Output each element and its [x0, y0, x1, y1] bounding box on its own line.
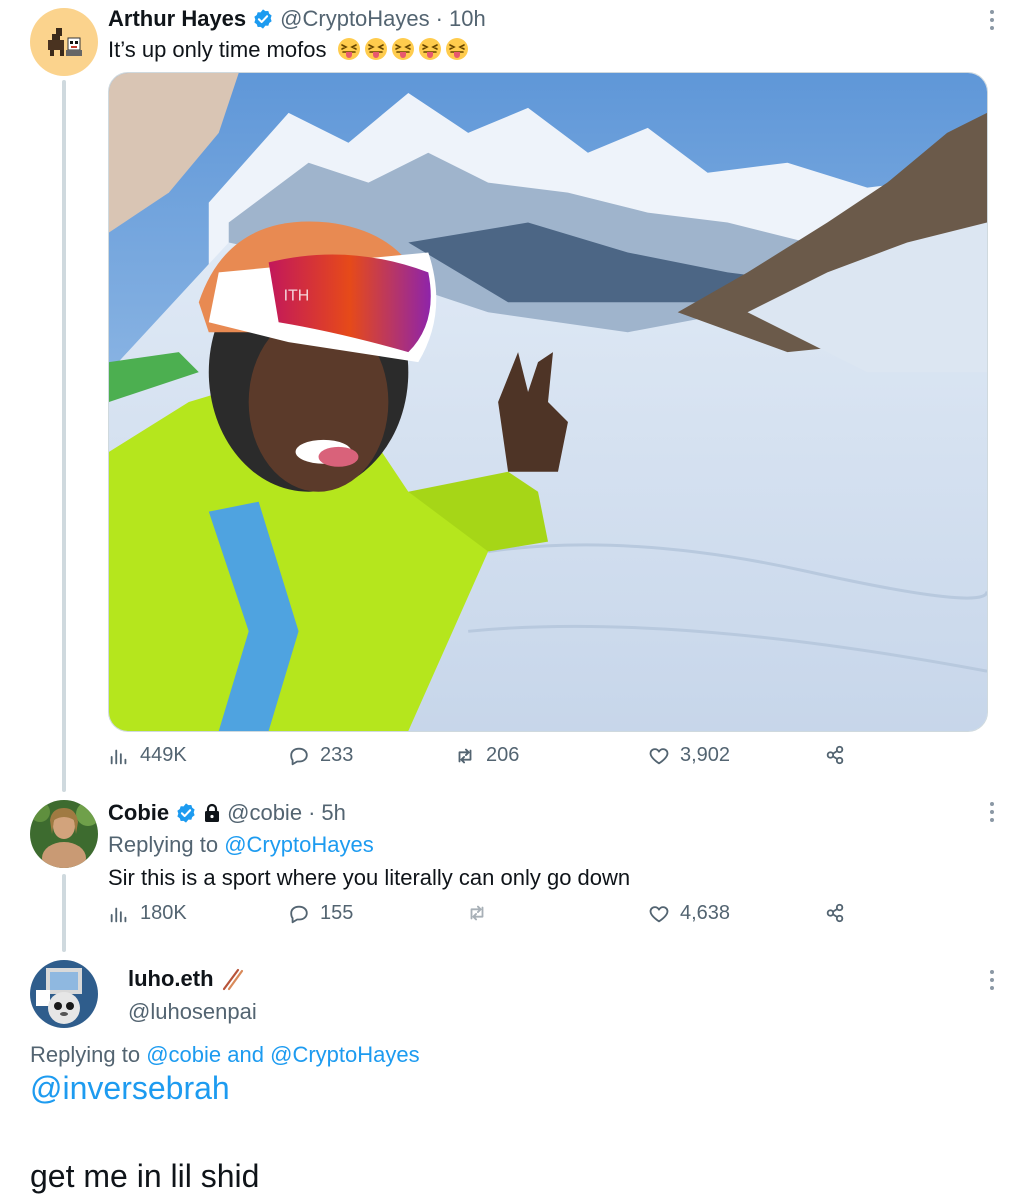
reply-button[interactable]: 155 — [288, 902, 353, 925]
likes-count: 3,902 — [680, 744, 731, 766]
share-button[interactable] — [824, 744, 846, 766]
retweet-icon — [470, 905, 484, 921]
reply-mention-link-cobie[interactable]: @cobie — [146, 1042, 221, 1067]
analytics-icon — [110, 907, 127, 922]
share-nodes-icon — [826, 903, 844, 923]
author-handle[interactable]: @cobie — [227, 800, 302, 826]
squinting-tongue-emoji-icon — [337, 38, 360, 60]
author-name[interactable]: luho.eth — [128, 966, 214, 992]
like-button[interactable]: 4,638 — [648, 902, 730, 925]
author-name[interactable]: Arthur Hayes — [108, 6, 246, 32]
tweet-1-actions: 449K 233 206 3,902 — [108, 744, 848, 774]
replying-to: Replying to @cobie and @CryptoHayes — [30, 1042, 420, 1068]
replies-count: 233 — [320, 744, 354, 766]
thread-line-2 — [62, 874, 66, 952]
views-stat[interactable]: 449K — [108, 744, 187, 767]
reply-mention-link-cryptohayes[interactable]: @CryptoHayes — [270, 1042, 420, 1067]
reply-button[interactable]: 233 — [288, 744, 353, 767]
more-options-icon[interactable] — [982, 966, 1002, 994]
tweet-3-handle-row: @luhosenpai — [128, 999, 257, 1025]
share-nodes-icon — [826, 745, 844, 765]
views-stat[interactable]: 180K — [108, 902, 187, 925]
separator-dot: · — [435, 6, 443, 31]
verified-badge-icon — [254, 9, 272, 29]
author-handle[interactable]: @CryptoHayes — [280, 6, 430, 32]
replying-prefix: Replying to — [108, 832, 219, 857]
tweet-text: It’s up only time mofos — [108, 37, 327, 62]
squinting-tongue-emoji-icon — [391, 38, 414, 60]
heart-icon — [649, 905, 669, 922]
tweet-1-body: It’s up only time mofos — [108, 36, 469, 64]
thread-line-1 — [62, 80, 66, 792]
squinting-tongue-emoji-icon — [445, 38, 468, 60]
share-button[interactable] — [824, 902, 846, 924]
retweet-button[interactable]: 206 — [454, 744, 519, 767]
tweet-1-header: Arthur Hayes @CryptoHayes · 10h — [108, 6, 486, 32]
like-button[interactable]: 3,902 — [648, 744, 730, 767]
analytics-icon — [110, 749, 127, 764]
avatar-arthur-hayes[interactable] — [30, 8, 98, 76]
verified-badge-icon — [177, 803, 195, 823]
heart-icon — [649, 747, 669, 764]
retweets-count: 206 — [486, 744, 520, 766]
svg-text:ITH: ITH — [284, 287, 310, 304]
chopsticks-icon — [222, 968, 243, 991]
reply-bubble-icon — [290, 905, 308, 923]
author-name[interactable]: Cobie — [108, 800, 169, 826]
separator-dot: · — [308, 800, 316, 825]
author-handle[interactable]: @luhosenpai — [128, 999, 257, 1025]
timestamp[interactable]: 5h — [321, 800, 345, 826]
likes-count: 4,638 — [680, 902, 731, 924]
views-count: 180K — [140, 902, 187, 924]
cobie-photo — [30, 800, 98, 868]
reply-bubble-icon — [290, 747, 308, 765]
reply-mention-link[interactable]: @CryptoHayes — [224, 832, 374, 857]
tweet-3-text: get me in lil shid — [30, 1158, 260, 1194]
replies-count: 155 — [320, 902, 354, 924]
squinting-tongue-emoji-icon — [364, 38, 387, 60]
timestamp[interactable]: 10h — [449, 6, 486, 32]
reply-and-word: and — [227, 1042, 264, 1067]
tweet-photo[interactable]: ITH — [108, 72, 988, 732]
ski-selfie-image: ITH — [109, 73, 987, 731]
tweet-3-header: luho.eth — [128, 966, 244, 992]
avatar-luho[interactable] — [30, 960, 98, 1028]
more-options-icon[interactable] — [982, 6, 1002, 34]
tweet-2-header: Cobie @cobie · 5h — [108, 800, 346, 826]
tweet-2-text: Sir this is a sport where you literally … — [108, 865, 631, 890]
squinting-tongue-emoji-icon — [418, 38, 441, 60]
mention-link[interactable]: @inversebrah — [30, 1070, 230, 1107]
protected-lock-icon — [205, 803, 220, 822]
pixel-art-avatar — [30, 8, 98, 76]
views-count: 449K — [140, 744, 187, 766]
luho-avatar-image — [30, 960, 98, 1028]
replying-prefix: Replying to — [30, 1042, 141, 1067]
more-options-icon[interactable] — [982, 798, 1002, 826]
emoji-row — [337, 37, 469, 61]
replying-to: Replying to @CryptoHayes — [108, 832, 374, 858]
tweet-2-actions: 180K 155 4,638 — [108, 902, 848, 932]
retweet-icon — [458, 748, 472, 763]
retweet-button[interactable] — [466, 902, 498, 924]
avatar-cobie[interactable] — [30, 800, 98, 868]
